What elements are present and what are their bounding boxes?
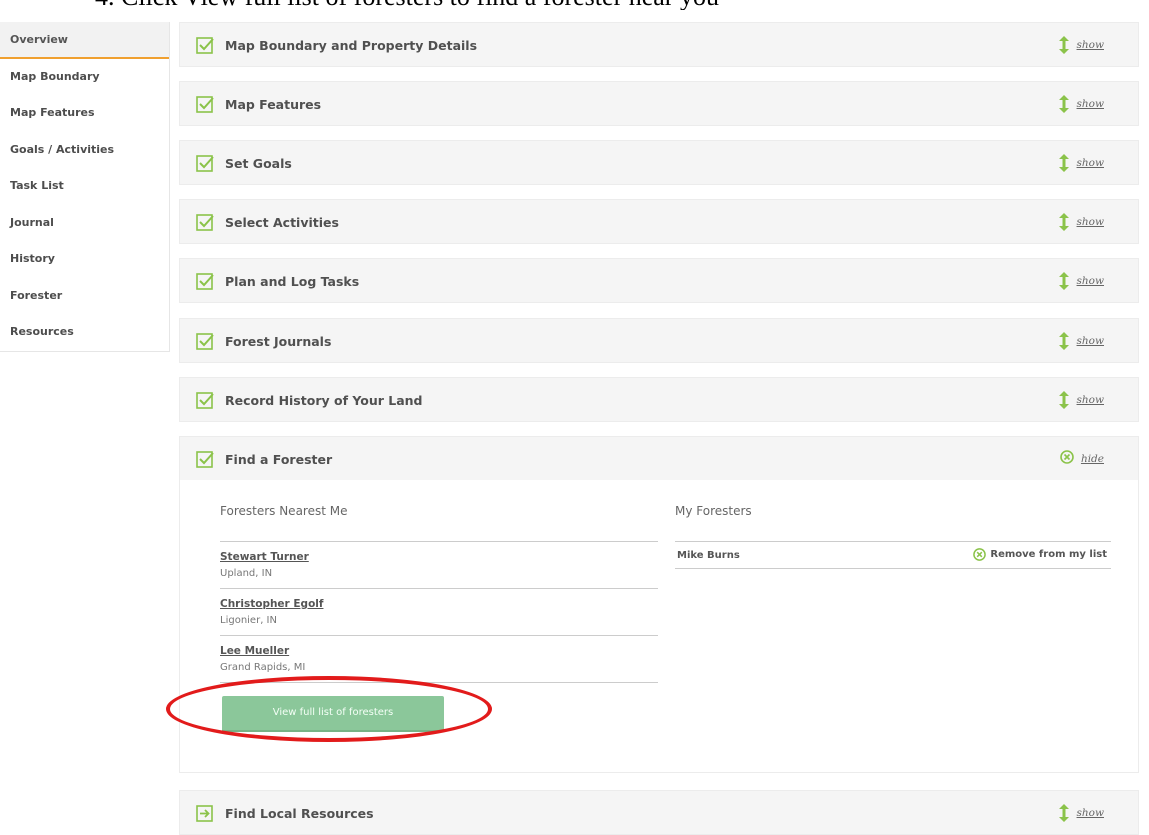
vertical-arrow-icon[interactable]	[1058, 391, 1070, 409]
sidebar-item-map-features[interactable]: Map Features	[0, 95, 169, 132]
forester-name-link[interactable]: Lee Mueller	[220, 645, 658, 657]
sidebar-item-journal[interactable]: Journal	[0, 205, 169, 242]
forester-name-link[interactable]: Christopher Egolf	[220, 598, 658, 610]
my-foresters-list: Mike Burns Remove from my list	[675, 541, 1111, 569]
section-find-forester[interactable]: Find a Forester hide	[179, 436, 1139, 481]
checkbox-checked-icon	[196, 214, 214, 231]
list-item: Christopher Egolf Ligonier, IN	[220, 589, 658, 636]
document-heading: 4. Click View full list of foresters to …	[95, 0, 1145, 10]
section-map-features[interactable]: Map Features show	[179, 81, 1139, 126]
sidebar-item-forester[interactable]: Forester	[0, 278, 169, 315]
vertical-arrow-icon[interactable]	[1058, 36, 1070, 54]
section-title: Map Boundary and Property Details	[225, 38, 478, 53]
section-title: Forest Journals	[225, 334, 332, 349]
my-forester-name: Mike Burns	[677, 550, 740, 561]
sidebar-item-map-boundary[interactable]: Map Boundary	[0, 59, 169, 96]
vertical-arrow-icon[interactable]	[1058, 332, 1070, 350]
section-record-history[interactable]: Record History of Your Land show	[179, 377, 1139, 422]
section-plan-log-tasks[interactable]: Plan and Log Tasks show	[179, 258, 1139, 303]
section-forest-journals[interactable]: Forest Journals show	[179, 318, 1139, 363]
checkbox-checked-icon	[196, 96, 214, 113]
show-toggle-link[interactable]: show	[1077, 82, 1104, 127]
vertical-arrow-icon[interactable]	[1058, 804, 1070, 822]
sidebar-item-task-list[interactable]: Task List	[0, 168, 169, 205]
show-toggle-link[interactable]: show	[1077, 259, 1104, 304]
checkbox-checked-icon	[196, 451, 214, 468]
vertical-arrow-icon[interactable]	[1058, 272, 1070, 290]
sidebar-item-resources[interactable]: Resources	[0, 314, 169, 351]
sidebar-item-history[interactable]: History	[0, 241, 169, 278]
section-title: Plan and Log Tasks	[225, 274, 360, 289]
view-full-list-button[interactable]: View full list of foresters	[222, 696, 444, 732]
checkbox-checked-icon	[196, 392, 214, 409]
vertical-arrow-icon[interactable]	[1058, 95, 1070, 113]
forester-location: Upland, IN	[220, 568, 273, 579]
checkbox-checked-icon	[196, 37, 214, 54]
list-item: Lee Mueller Grand Rapids, MI	[220, 636, 658, 683]
hide-toggle-link[interactable]: hide	[1081, 437, 1104, 482]
section-title: Select Activities	[225, 215, 339, 230]
list-item: Stewart Turner Upland, IN	[220, 542, 658, 589]
circle-x-icon	[973, 548, 987, 561]
show-toggle-link[interactable]: show	[1077, 791, 1104, 835]
remove-label: Remove from my list	[990, 549, 1107, 560]
forester-location: Grand Rapids, MI	[220, 662, 306, 673]
foresters-nearest-list: Stewart Turner Upland, IN Christopher Eg…	[220, 541, 658, 683]
vertical-arrow-icon[interactable]	[1058, 213, 1070, 231]
arrow-right-box-icon	[196, 805, 213, 822]
checkbox-checked-icon	[196, 155, 214, 172]
sidebar-nav: Overview Map Boundary Map Features Goals…	[0, 22, 170, 352]
section-title: Set Goals	[225, 156, 292, 171]
foresters-nearest-heading: Foresters Nearest Me	[220, 504, 348, 518]
my-foresters-heading: My Foresters	[675, 504, 752, 518]
find-forester-panel: Foresters Nearest Me My Foresters Stewar…	[179, 480, 1139, 773]
section-title: Find Local Resources	[225, 806, 374, 821]
show-toggle-link[interactable]: show	[1077, 141, 1104, 186]
vertical-arrow-icon[interactable]	[1058, 154, 1070, 172]
sidebar-item-goals-activities[interactable]: Goals / Activities	[0, 132, 169, 169]
show-toggle-link[interactable]: show	[1077, 378, 1104, 423]
section-title: Map Features	[225, 97, 322, 112]
forester-location: Ligonier, IN	[220, 615, 277, 626]
forester-name-link[interactable]: Stewart Turner	[220, 551, 658, 563]
checkbox-checked-icon	[196, 273, 214, 290]
remove-from-list-button[interactable]: Remove from my list	[973, 548, 1107, 561]
section-map-boundary[interactable]: Map Boundary and Property Details show	[179, 22, 1139, 67]
sidebar-item-overview[interactable]: Overview	[0, 22, 169, 59]
show-toggle-link[interactable]: show	[1077, 200, 1104, 245]
section-select-activities[interactable]: Select Activities show	[179, 199, 1139, 244]
section-title: Find a Forester	[225, 452, 333, 467]
show-toggle-link[interactable]: show	[1077, 23, 1104, 68]
show-toggle-link[interactable]: show	[1077, 319, 1104, 364]
section-set-goals[interactable]: Set Goals show	[179, 140, 1139, 185]
section-find-local-resources[interactable]: Find Local Resources show	[179, 790, 1139, 835]
circle-x-icon[interactable]	[1060, 450, 1074, 464]
checkbox-checked-icon	[196, 333, 214, 350]
section-title: Record History of Your Land	[225, 393, 423, 408]
